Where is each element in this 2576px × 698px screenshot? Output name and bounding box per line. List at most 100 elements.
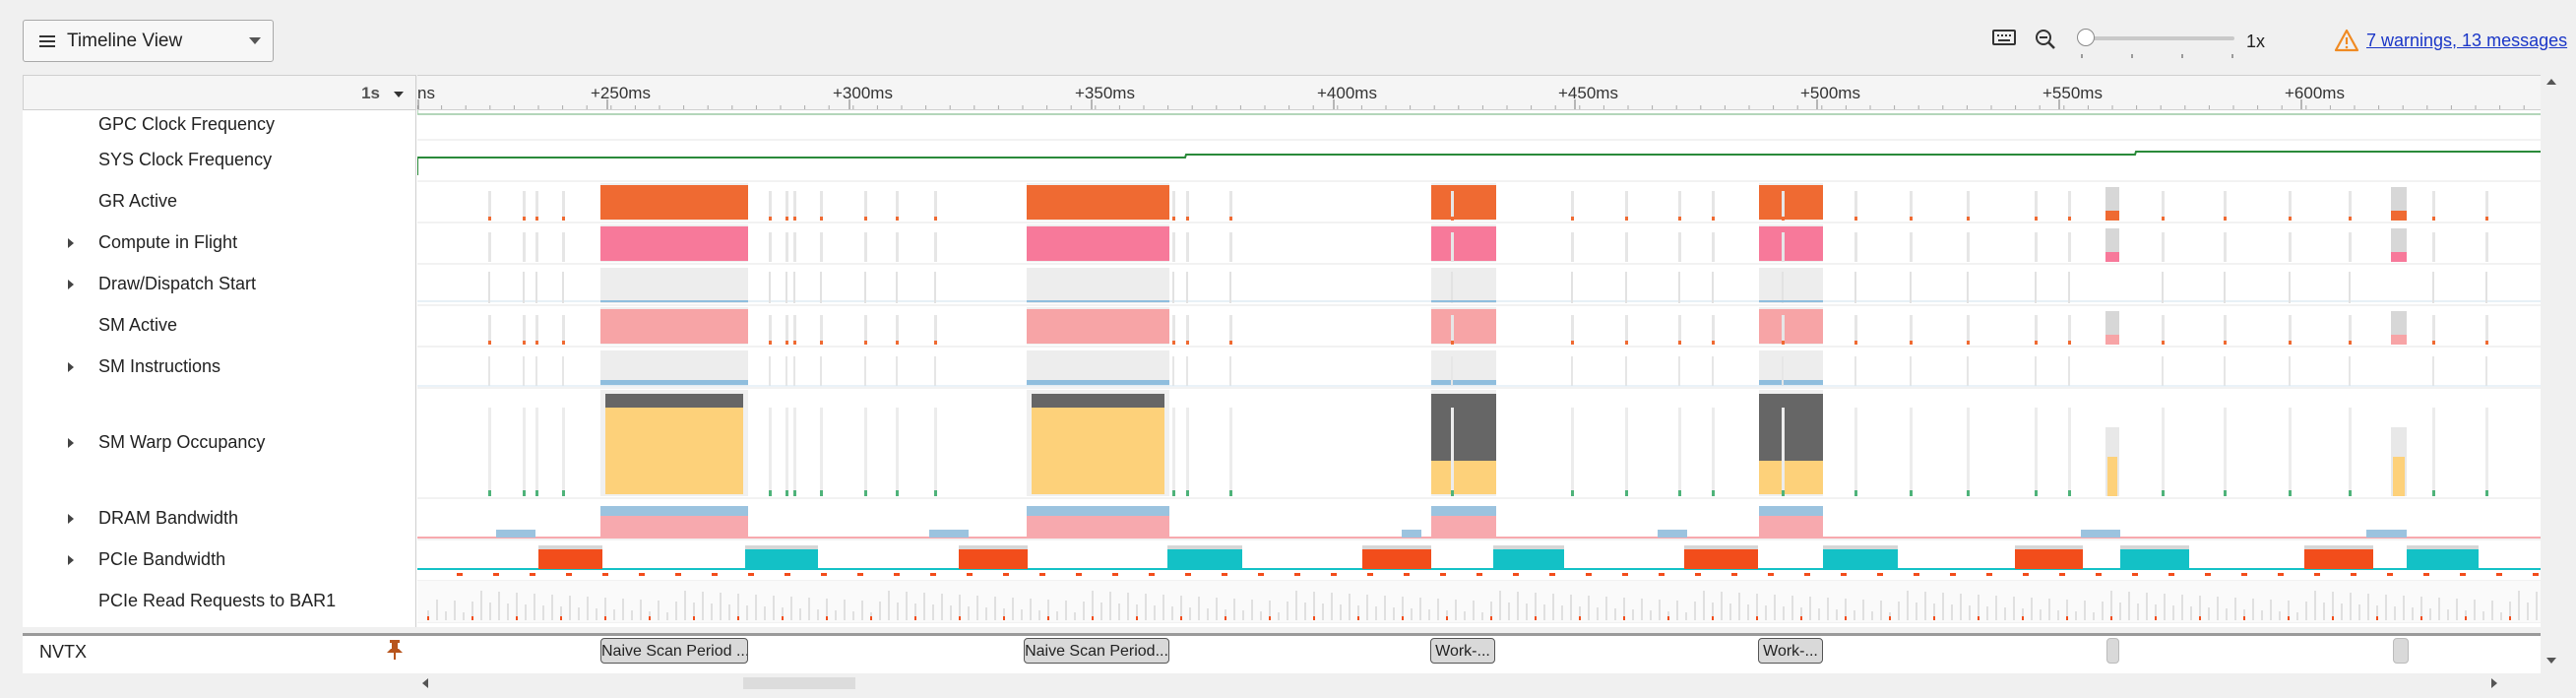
activity-spike xyxy=(785,191,788,221)
bar1-spike xyxy=(808,598,810,620)
row-label[interactable]: GPC Clock Frequency xyxy=(23,114,416,136)
keyboard-icon[interactable] xyxy=(1992,30,2016,45)
nvtx-range[interactable]: Naive Scan Period ... xyxy=(600,638,748,664)
dispatch-background xyxy=(1759,268,1823,303)
vertical-scrollbar[interactable] xyxy=(2543,75,2560,671)
timeline-view-select[interactable]: Timeline View xyxy=(23,20,274,62)
pcie-spike xyxy=(894,573,900,576)
warp-occupancy-block xyxy=(2107,457,2117,496)
dram-read-spike xyxy=(2081,530,2120,538)
bar1-spike xyxy=(2234,598,2236,620)
pcie-d2h-block xyxy=(1823,549,1898,569)
bar1-spike xyxy=(2323,603,2325,620)
expand-row-icon[interactable] xyxy=(68,238,74,248)
zoom-slider[interactable] xyxy=(2077,28,2236,59)
bar1-spike xyxy=(1641,599,1643,620)
bar1-spike xyxy=(1278,612,1280,620)
warp-spike xyxy=(1172,408,1175,496)
scroll-up-icon[interactable] xyxy=(2546,79,2556,85)
sm-instr-spike xyxy=(562,356,564,386)
activity-spike xyxy=(2068,217,2071,221)
compute-in-flight-block xyxy=(2105,252,2119,262)
expand-row-icon[interactable] xyxy=(68,555,74,565)
range-dropdown-icon[interactable] xyxy=(394,92,404,97)
view-select-label: Timeline View xyxy=(67,30,183,51)
nvtx-range[interactable]: Work-... xyxy=(1758,638,1823,664)
ruler-tick-label: +400ms xyxy=(1317,84,1377,102)
zoom-slider-track xyxy=(2081,36,2234,40)
warp-spike xyxy=(1678,490,1681,496)
dram-read-block xyxy=(1027,506,1169,516)
bar1-spike xyxy=(631,610,633,620)
bar1-spike xyxy=(1526,603,1528,620)
activity-spike xyxy=(769,341,772,345)
activity-spike xyxy=(896,191,899,221)
bar1-spike xyxy=(790,597,792,620)
warnings-link[interactable]: 7 warnings, 13 messages xyxy=(2366,31,2567,51)
nvtx-range[interactable]: Naive Scan Period... xyxy=(1024,638,1169,664)
row-label[interactable]: PCIe Bandwidth xyxy=(23,549,416,571)
activity-spike xyxy=(1229,341,1232,345)
warp-occupancy-block xyxy=(605,408,743,494)
warp-spike xyxy=(1451,490,1454,496)
pin-icon[interactable] xyxy=(386,639,404,661)
bar1-spike xyxy=(1853,610,1855,620)
activity-spike xyxy=(2068,315,2071,345)
sm-instr-spike xyxy=(934,356,936,386)
scroll-right-icon[interactable] xyxy=(2491,678,2497,688)
bar1-spike xyxy=(2394,606,2396,620)
activity-spike xyxy=(1229,232,1232,262)
activity-spike xyxy=(2432,232,2435,262)
bar1-spike xyxy=(480,591,482,620)
row-label[interactable]: GR Active xyxy=(23,191,416,213)
activity-spike xyxy=(785,232,788,262)
bar1-spike xyxy=(2491,601,2493,620)
activity-spike xyxy=(2432,341,2435,345)
row-label-text: GPC Clock Frequency xyxy=(98,114,276,134)
row-label-text: SM Instructions xyxy=(98,356,221,376)
zoom-out-icon[interactable] xyxy=(2035,29,2056,50)
expand-row-icon[interactable] xyxy=(68,438,74,448)
warp-spike xyxy=(1782,490,1785,496)
bar1-mark xyxy=(2155,616,2157,620)
warp-spike xyxy=(820,490,823,496)
pcie-spike xyxy=(2387,573,2393,576)
row-label[interactable]: Compute in Flight xyxy=(23,232,416,254)
time-ruler[interactable]: ns +250ms +300ms +350ms +400ms +450ms +500ms +5… xyxy=(417,75,2541,110)
bar1-mark xyxy=(604,616,606,620)
warp-spike xyxy=(769,408,772,496)
timeline-tracks[interactable] xyxy=(417,110,2541,627)
row-label[interactable]: SM Instructions xyxy=(23,356,416,378)
scroll-down-icon[interactable] xyxy=(2546,658,2556,664)
row-label[interactable]: DRAM Bandwidth xyxy=(23,508,416,530)
bar1-spike xyxy=(1056,611,1058,620)
horizontal-scrollbar[interactable] xyxy=(417,673,2541,693)
expand-row-icon[interactable] xyxy=(68,362,74,372)
pcie-spike xyxy=(930,573,936,576)
row-label[interactable]: SM Active xyxy=(23,315,416,337)
bar1-spike xyxy=(1295,591,1297,620)
gr-active-block xyxy=(1027,185,1169,220)
scroll-left-icon[interactable] xyxy=(422,678,428,688)
nvtx-range-small[interactable] xyxy=(2393,638,2409,664)
expand-row-icon[interactable] xyxy=(68,280,74,289)
dispatch-spike xyxy=(2289,272,2291,303)
row-label[interactable]: PCIe Read Requests to BAR1 xyxy=(23,591,416,612)
bar1-spike xyxy=(994,597,996,620)
activity-spike xyxy=(2432,217,2435,221)
row-label[interactable]: Draw/Dispatch Start xyxy=(23,274,416,295)
expand-row-icon[interactable] xyxy=(68,514,74,524)
pcie-spike xyxy=(1476,573,1482,576)
nvtx-range-small[interactable] xyxy=(2106,638,2119,664)
zoom-slider-knob[interactable] xyxy=(2077,29,2095,46)
warp-spike xyxy=(2162,490,2165,496)
bar1-spike xyxy=(976,596,978,620)
nvtx-range[interactable]: Work-... xyxy=(1430,638,1495,664)
activity-spike xyxy=(1625,191,1628,221)
row-label[interactable]: SM Warp Occupancy xyxy=(23,432,416,454)
row-label[interactable]: SYS Clock Frequency xyxy=(23,150,416,171)
horizontal-scroll-thumb[interactable] xyxy=(743,677,855,689)
bar1-spike xyxy=(1836,609,1838,620)
warp-spike xyxy=(1678,408,1681,496)
activity-spike xyxy=(1910,191,1913,221)
